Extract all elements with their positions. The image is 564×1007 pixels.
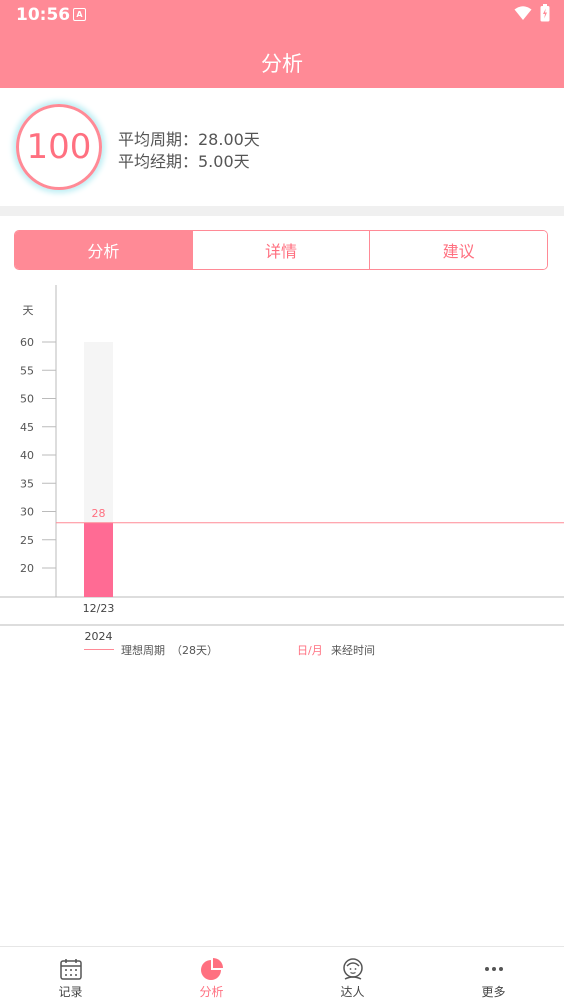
y-tick-label: 20 xyxy=(20,562,34,575)
bottom-nav: 记录 分析 达人 更多 xyxy=(0,946,564,1007)
tab-advice[interactable]: 建议 xyxy=(369,231,547,269)
nav-more[interactable]: 更多 xyxy=(423,947,564,1007)
x-tick-label: 12/23 xyxy=(83,602,115,615)
legend-date-format: 日/月 xyxy=(297,644,323,657)
nav-more-label: 更多 xyxy=(481,985,506,999)
y-tick-label: 30 xyxy=(20,506,34,519)
y-tick-label: 50 xyxy=(20,393,34,406)
y-tick-label: 40 xyxy=(20,449,34,462)
section-divider xyxy=(0,206,564,216)
more-icon xyxy=(484,967,503,971)
nav-experts-label: 达人 xyxy=(340,985,365,999)
nav-record[interactable]: 记录 xyxy=(0,947,141,1007)
tab-details[interactable]: 详情 xyxy=(191,231,370,269)
nav-experts[interactable]: 达人 xyxy=(282,947,423,1007)
y-tick-label: 60 xyxy=(20,336,34,349)
legend-date-desc: 来经时间 xyxy=(331,644,375,657)
avg-cycle-text: 平均周期：28.00天 xyxy=(118,130,260,149)
year-label: 2024 xyxy=(85,630,113,643)
tab-bar: 分析 详情 建议 xyxy=(14,230,548,270)
calendar-icon xyxy=(59,959,82,980)
tab-analysis[interactable]: 分析 xyxy=(15,231,192,269)
y-axis-label: 天 xyxy=(23,304,34,317)
wifi-icon xyxy=(514,6,532,20)
status-icons xyxy=(514,4,550,22)
person-icon xyxy=(342,958,363,980)
avg-period-text: 平均经期：5.00天 xyxy=(118,152,250,171)
cycle-bar-chart: 天 20 25 30 35 40 45 50 55 60 28 12/23 2024 xyxy=(0,285,564,643)
score-ring: 100 xyxy=(16,104,102,190)
legend-ideal-value: （28天） xyxy=(171,644,218,657)
score-value: 100 xyxy=(26,127,92,167)
y-tick-label: 45 xyxy=(20,421,34,434)
y-tick-label: 35 xyxy=(20,477,34,490)
pie-chart-icon xyxy=(200,958,223,980)
nav-analysis-label: 分析 xyxy=(199,985,224,999)
battery-icon xyxy=(540,4,550,22)
legend-ideal-line xyxy=(84,649,114,650)
status-time: 10:56 xyxy=(16,5,71,25)
score-section: 100 平均周期：28.00天 平均经期：5.00天 xyxy=(0,88,564,206)
nav-record-label: 记录 xyxy=(58,985,83,999)
y-tick-label: 55 xyxy=(20,364,34,377)
legend-ideal-label: 理想周期 xyxy=(121,644,165,657)
app-header: 10:56 A 分析 xyxy=(0,0,564,88)
page-title: 分析 xyxy=(261,52,303,76)
nav-analysis[interactable]: 分析 xyxy=(141,947,282,1007)
notification-icon: A xyxy=(73,8,86,21)
bar xyxy=(84,522,113,597)
bar-data-label: 28 xyxy=(92,507,106,520)
y-tick-label: 25 xyxy=(20,534,34,547)
